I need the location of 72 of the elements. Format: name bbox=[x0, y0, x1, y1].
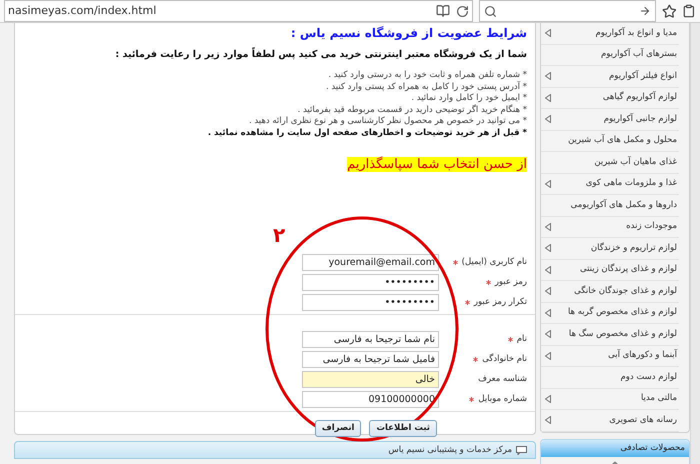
field-label: نام کاربری (ایمیل) bbox=[462, 256, 527, 270]
terms-bullet: * قبل از هر خرید توضیحات و اخطارهای صفحه اول سایت را مشاهده نمائید . bbox=[206, 128, 527, 140]
category-item[interactable]: مدیا و انواع بد آکواریوم bbox=[541, 23, 679, 44]
clipboard-icon[interactable] bbox=[682, 4, 696, 18]
annotation-number: ۲ bbox=[273, 222, 286, 249]
category-item[interactable]: لوازم و غذای مخصوص گربه ها bbox=[541, 302, 679, 324]
submenu-arrow-icon bbox=[545, 244, 551, 252]
submenu-arrow-icon bbox=[545, 352, 551, 360]
url-text: nasimeyas.com/index.html bbox=[8, 2, 158, 19]
address-bar[interactable]: nasimeyas.com/index.html bbox=[4, 0, 473, 22]
terms-bullet: * آدرس پستی خود را کامل به همراه کد پستی وارد کنید . bbox=[324, 82, 527, 94]
category-item[interactable]: بسترهای آب آکواریوم bbox=[541, 44, 679, 66]
input-field[interactable]: ••••••••• bbox=[302, 274, 439, 292]
random-products-title: محصولات تصادفی bbox=[620, 442, 685, 454]
submenu-arrow-icon bbox=[545, 222, 551, 231]
category-item[interactable]: آبنما و دکورهای آبی bbox=[541, 346, 679, 367]
field-label: نام bbox=[516, 333, 527, 346]
terms-bullet: * شماره تلفن همراه و ثابت خود را به درستی وارد کنید . bbox=[327, 70, 527, 81]
terms-bullet: * هنگام خرید اگر توضیحی دارید در قسمت مربوطه قید بفرمائید . bbox=[296, 104, 527, 116]
category-item[interactable]: لوازم تراریوم و خزندگان bbox=[541, 238, 679, 260]
submenu-arrow-icon bbox=[545, 94, 551, 102]
category-item[interactable]: غذا و ملزومات ماهی کوی bbox=[541, 174, 679, 195]
submenu-arrow-icon bbox=[545, 416, 551, 424]
field-label: نام خانوادگی bbox=[482, 353, 527, 366]
category-item[interactable]: داروها و مکمل های آکواریومی bbox=[541, 195, 679, 216]
category-item[interactable]: مالتی مدیا bbox=[541, 388, 679, 410]
category-item[interactable]: لوازم آکواریوم گیاهی bbox=[541, 88, 679, 109]
submenu-arrow-icon bbox=[545, 266, 551, 274]
reader-view-icon[interactable] bbox=[436, 4, 450, 18]
category-item[interactable]: موجودات زنده bbox=[541, 216, 679, 238]
category-item[interactable]: محلول و مکمل های آب شیرین bbox=[541, 130, 679, 152]
terms-bullet: * می توانید در خصوص هر محصول نظر کارشناسی و هر نوع نظری ارائه دهید . bbox=[248, 116, 527, 128]
terms-intro: شما از یک فروشگاه معتبر اینترنتی خرید می کنید پس لطفاً موارد زیر را رعایت فرمائید : bbox=[114, 48, 527, 62]
input-field[interactable]: ••••••••• bbox=[302, 294, 439, 312]
category-item[interactable]: لوازم دست دوم bbox=[541, 367, 679, 388]
input-field[interactable]: فامیل شما ترجیحا به فارسی bbox=[302, 351, 439, 368]
category-item[interactable]: لوازم و غذای مخصوص سگ ها bbox=[541, 324, 679, 346]
chat-icon bbox=[516, 446, 527, 454]
terms-bullet: * ایمیل خود را کامل وارد نمائید . bbox=[410, 93, 527, 104]
submenu-arrow-icon bbox=[545, 72, 551, 80]
category-item[interactable]: لوازم و غذای پرندگان زینتی bbox=[541, 260, 679, 281]
category-item[interactable]: غذای ماهیان آب شیرین bbox=[541, 152, 679, 174]
submenu-arrow-icon bbox=[545, 394, 551, 403]
input-field[interactable]: 09100000000 bbox=[302, 391, 439, 408]
submenu-arrow-icon bbox=[545, 180, 551, 188]
submenu-arrow-icon bbox=[545, 115, 551, 124]
input-field[interactable]: خالی bbox=[302, 371, 439, 388]
field-label: رمز عبور bbox=[494, 276, 527, 290]
thanks-note: از حسن انتخاب شما سپاسگذاریم bbox=[347, 157, 527, 172]
category-item[interactable]: لوازم جانبی آکواریوم bbox=[541, 109, 679, 130]
bookmark-star-icon[interactable] bbox=[662, 4, 676, 18]
category-item[interactable]: لوازم و غذای جوندگان خانگی bbox=[541, 281, 679, 302]
cancel-button[interactable]: انصراف bbox=[314, 420, 362, 438]
input-field[interactable]: نام شما ترجیحا به فارسی bbox=[302, 331, 439, 348]
support-title: مرکز خدمات و پشتیبانی نسیم یاس bbox=[388, 444, 512, 456]
field-label: شناسه معرف bbox=[478, 373, 527, 386]
submit-button[interactable]: ثبت اطلاعات bbox=[369, 420, 437, 438]
submenu-arrow-icon bbox=[545, 308, 551, 317]
terms-title: شرایط عضویت از فروشگاه نسیم یاس : bbox=[290, 25, 527, 42]
submenu-arrow-icon bbox=[545, 29, 551, 38]
scrollbar[interactable] bbox=[690, 23, 700, 464]
submenu-arrow-icon bbox=[545, 287, 551, 296]
category-item[interactable]: انواع فیلتر آکواریوم bbox=[541, 66, 679, 88]
input-field[interactable]: youremail@email.com bbox=[302, 254, 439, 272]
search-icon bbox=[484, 4, 497, 18]
submenu-arrow-icon bbox=[545, 330, 551, 338]
category-item[interactable]: رسانه های تصویری bbox=[541, 410, 679, 432]
field-label: تکرار رمز عبور bbox=[474, 296, 527, 310]
go-arrow-icon[interactable] bbox=[638, 5, 651, 17]
search-field[interactable] bbox=[478, 0, 656, 22]
reload-icon[interactable] bbox=[456, 4, 469, 18]
field-label: شماره موبایل bbox=[478, 393, 527, 406]
